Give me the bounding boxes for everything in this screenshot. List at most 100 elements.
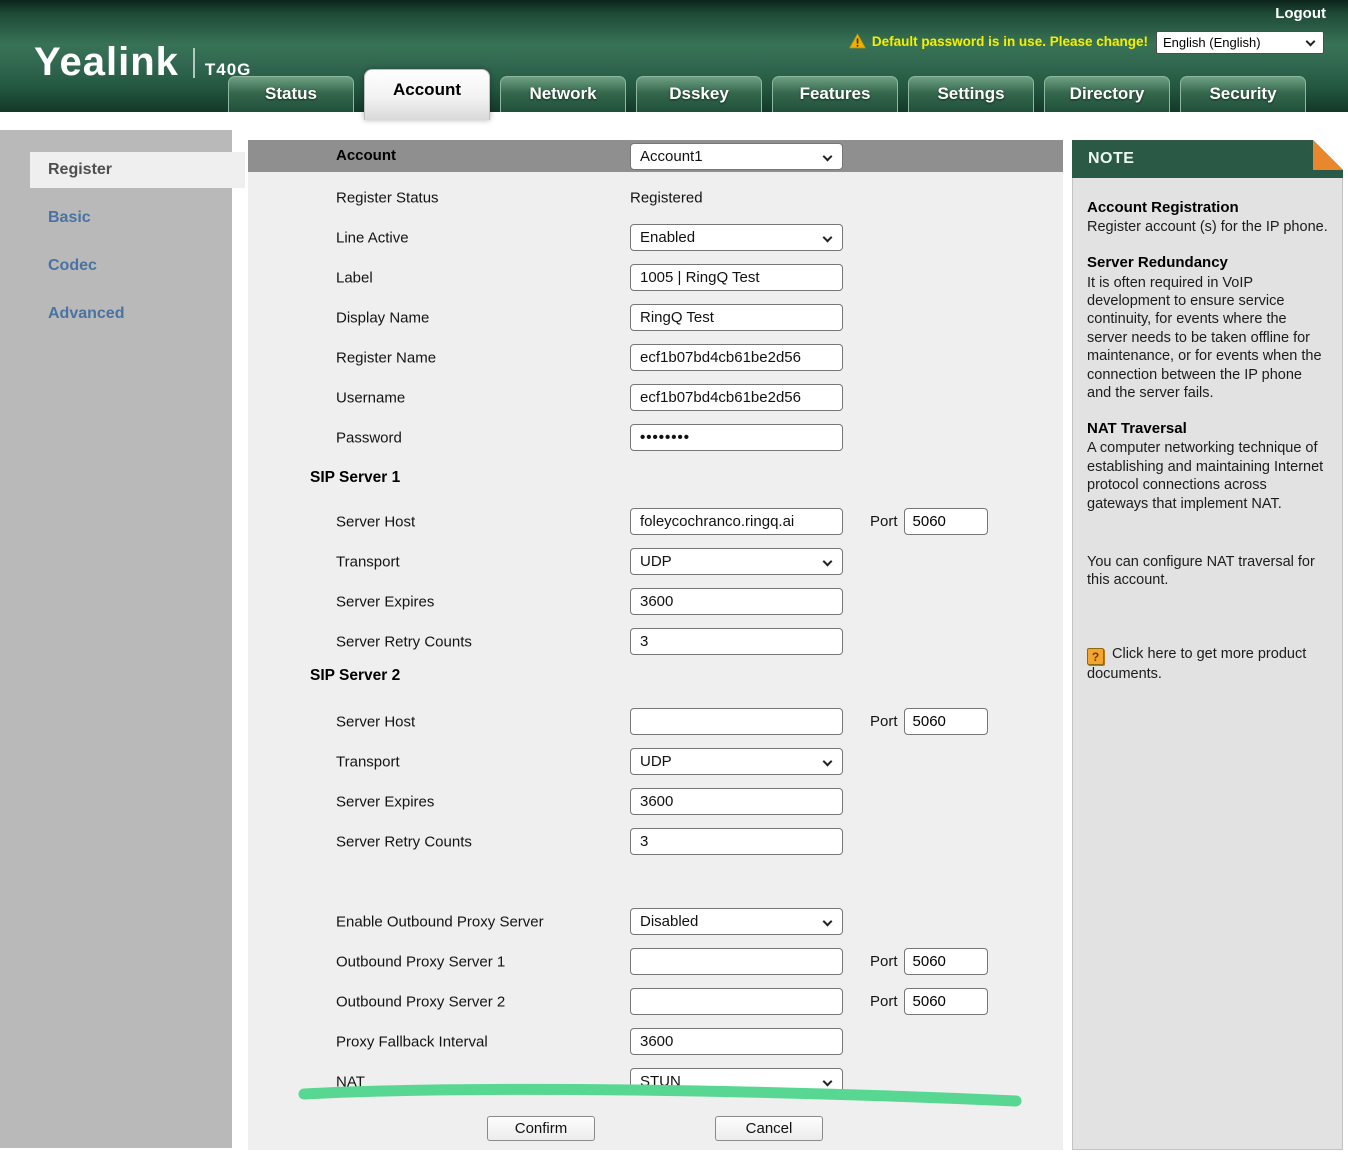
row-server-expires-1: Server Expires [248,582,1063,622]
server-expires-1-input[interactable] [630,588,843,615]
section-heading: SIP Server 2 [310,667,400,685]
row-server-expires-2: Server Expires [248,782,1063,822]
server-retry-2-input[interactable] [630,828,843,855]
section-sip-server-1: SIP Server 1 [248,458,1063,502]
outbound-proxy-port-1-input[interactable] [904,948,988,975]
server-port-2-input[interactable] [904,708,988,735]
server-retry-1-input[interactable] [630,628,843,655]
confirm-button[interactable]: Confirm [487,1116,595,1141]
transport-2-select-wrap: UDP [630,748,843,775]
cancel-button[interactable]: Cancel [715,1116,823,1141]
field-label: Enable Outbound Proxy Server [336,914,544,931]
label-input[interactable] [630,264,843,291]
field-label: Outbound Proxy Server 2 [336,994,505,1011]
language-select[interactable]: English (English) [1157,32,1323,53]
account-select[interactable]: Account1 [631,144,842,169]
row-enable-outbound-proxy: Enable Outbound Proxy Server Disabled [248,902,1063,942]
left-sidebar: Register Basic Codec Advanced [0,130,232,1148]
server-port-1-input[interactable] [904,508,988,535]
outbound-proxy-select-wrap: Disabled [630,908,843,935]
row-password: Password [248,418,1063,458]
field-label: Label [336,270,373,287]
password-warning: Default password is in use. Please chang… [849,33,1148,49]
help-question-icon[interactable]: ? [1087,648,1104,665]
language-select-wrap: English (English) [1156,31,1324,54]
row-server-host-2: Server Host Port [248,702,1063,742]
field-label: Transport [336,554,400,571]
field-label: Display Name [336,310,429,327]
note-section-text: It is often required in VoIP development… [1087,274,1328,403]
note-header: NOTE [1072,140,1343,178]
sidebar-item-basic[interactable]: Basic [30,200,215,236]
yealink-logo: Yealink T40G [34,40,251,85]
line-active-select[interactable]: Enabled [631,225,842,250]
tab-settings[interactable]: Settings [908,76,1034,112]
port-label: Port [870,993,898,1010]
port-group: Port [870,708,988,735]
register-name-input[interactable] [630,344,843,371]
server-expires-2-input[interactable] [630,788,843,815]
help-link-text[interactable]: Click here to get more product documents… [1087,646,1306,682]
account-header-row: Account Account1 [248,140,1063,172]
sidebar-item-codec[interactable]: Codec [30,248,215,284]
outbound-proxy-2-input[interactable] [630,988,843,1015]
field-label: Server Retry Counts [336,834,472,851]
section-sip-server-2: SIP Server 2 [248,662,1063,702]
field-label: Transport [336,754,400,771]
warning-text: Default password is in use. Please chang… [872,34,1148,49]
row-transport-1: Transport UDP [248,542,1063,582]
note-help-row: ?Click here to get more product document… [1087,645,1328,683]
section-heading: SIP Server 1 [310,469,400,487]
field-label: Register Status [336,190,439,207]
nat-select[interactable]: STUN [631,1069,842,1094]
port-label: Port [870,513,898,530]
outbound-proxy-port-2-input[interactable] [904,988,988,1015]
logo-text: Yealink [34,40,179,85]
password-input[interactable] [630,424,843,451]
outbound-proxy-1-input[interactable] [630,948,843,975]
username-input[interactable] [630,384,843,411]
tab-account[interactable]: Account [364,69,490,120]
tab-features[interactable]: Features [772,76,898,112]
row-label: Label [248,258,1063,298]
note-section-heading: Server Redundancy [1087,253,1328,272]
row-proxy-fallback: Proxy Fallback Interval [248,1022,1063,1062]
field-label: NAT [336,1074,365,1091]
server-host-2-input[interactable] [630,708,843,735]
note-body: Account Registration Register account (s… [1072,178,1343,1150]
field-label: Server Host [336,714,415,731]
field-label: Proxy Fallback Interval [336,1034,488,1051]
tab-status[interactable]: Status [228,76,354,112]
enable-outbound-proxy-select[interactable]: Disabled [631,909,842,934]
field-label: Line Active [336,230,409,247]
port-label: Port [870,953,898,970]
field-label: Username [336,390,405,407]
tab-network[interactable]: Network [500,76,626,112]
field-label: Outbound Proxy Server 1 [336,954,505,971]
top-header: Yealink T40G Logout Default password is … [0,0,1348,112]
row-server-retry-1: Server Retry Counts [248,622,1063,662]
form-buttons: Confirm Cancel [248,1116,1063,1142]
tab-dsskey[interactable]: Dsskey [636,76,762,112]
sidebar-item-register[interactable]: Register [30,152,245,188]
tab-directory[interactable]: Directory [1044,76,1170,112]
field-label: Server Retry Counts [336,634,472,651]
note-section-account-registration: Account Registration Register account (s… [1087,198,1328,236]
display-name-input[interactable] [630,304,843,331]
folded-corner-icon [1313,140,1343,170]
sidebar-item-advanced[interactable]: Advanced [30,296,215,332]
port-group: Port [870,988,988,1015]
row-line-active: Line Active Enabled [248,218,1063,258]
note-section-heading: Account Registration [1087,198,1328,217]
main-tabs: Status Account Network Dsskey Features S… [228,76,1306,120]
transport-1-select-wrap: UDP [630,548,843,575]
transport-2-select[interactable]: UDP [631,749,842,774]
account-label: Account [336,147,396,164]
proxy-fallback-input[interactable] [630,1028,843,1055]
note-section-nat-traversal: NAT Traversal A computer networking tech… [1087,419,1328,513]
tab-security[interactable]: Security [1180,76,1306,112]
server-host-1-input[interactable] [630,508,843,535]
form-rows: Register Status Registered Line Active E… [248,172,1063,1102]
transport-1-select[interactable]: UDP [631,549,842,574]
logout-link[interactable]: Logout [1275,5,1326,22]
